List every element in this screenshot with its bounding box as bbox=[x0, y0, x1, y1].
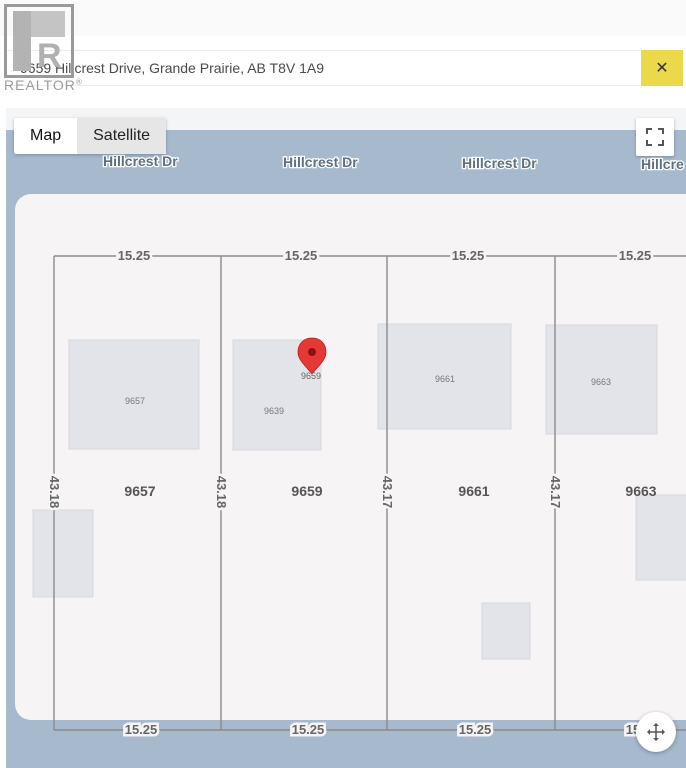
frontage-label: 15.25 bbox=[452, 248, 485, 263]
street-label: Hillcrest Dr bbox=[103, 153, 178, 169]
fullscreen-icon bbox=[646, 128, 664, 146]
frontage-label: 15.25 bbox=[619, 248, 652, 263]
map-type-map-button[interactable]: Map bbox=[14, 118, 77, 154]
pan-control-button[interactable] bbox=[636, 712, 676, 752]
frontage-label: 15.25 bbox=[459, 722, 492, 737]
top-strip bbox=[0, 0, 686, 36]
realtor-logo-text: REALTOR® bbox=[4, 77, 83, 93]
building-label: 9657 bbox=[125, 396, 145, 406]
close-icon: ✕ bbox=[655, 60, 669, 77]
depth-label: 43.17 bbox=[548, 476, 563, 509]
land-parcel-area bbox=[15, 194, 686, 720]
outbuilding-right bbox=[635, 494, 686, 581]
address-bar: 9659 Hillcrest Drive, Grande Prairie, AB… bbox=[6, 50, 640, 86]
frontage-label: 15.25 bbox=[125, 722, 158, 737]
close-button[interactable]: ✕ bbox=[641, 50, 683, 86]
building-label: 9639 bbox=[264, 406, 284, 416]
street-label: Hillcrest Dr bbox=[462, 155, 537, 171]
building-label: 9661 bbox=[435, 374, 455, 384]
outbuilding-left bbox=[32, 509, 94, 598]
depth-label: 43.17 bbox=[380, 476, 395, 509]
outbuilding-middle bbox=[481, 602, 531, 660]
lot-number: 9659 bbox=[291, 483, 322, 499]
fullscreen-button[interactable] bbox=[636, 118, 674, 156]
realtor-logo-icon: R bbox=[4, 4, 74, 78]
frontage-label: 15.25 bbox=[292, 722, 325, 737]
frontage-label: 15.25 bbox=[118, 248, 151, 263]
map-type-control: Map Satellite bbox=[14, 118, 167, 154]
lot-number: 9661 bbox=[458, 483, 489, 499]
lot-number: 9657 bbox=[124, 483, 155, 499]
street-label: Hillcre bbox=[641, 156, 684, 172]
pan-arrows-icon bbox=[647, 723, 665, 741]
map-type-satellite-button[interactable]: Satellite bbox=[77, 118, 167, 154]
street-labels: Hillcrest Dr Hillcrest Dr Hillcrest Dr H… bbox=[102, 152, 686, 174]
depth-label: 43.18 bbox=[47, 476, 62, 509]
logo-reg-mark: ® bbox=[75, 77, 83, 87]
building-9657 bbox=[68, 339, 200, 450]
depth-label: 43.18 bbox=[214, 476, 229, 509]
logo-text: REALTOR bbox=[4, 77, 76, 93]
building-label: 9663 bbox=[591, 377, 611, 387]
map-drawing: Hillcrest Dr Hillcrest Dr Hillcrest Dr H… bbox=[15, 152, 686, 740]
street-label: Hillcrest Dr bbox=[283, 154, 358, 170]
map-canvas[interactable]: Hillcrest Dr Hillcrest Dr Hillcrest Dr H… bbox=[6, 108, 686, 768]
lot-number: 9663 bbox=[625, 483, 656, 499]
marker-label: 9659 bbox=[301, 371, 321, 381]
frontage-label: 15.25 bbox=[285, 248, 318, 263]
